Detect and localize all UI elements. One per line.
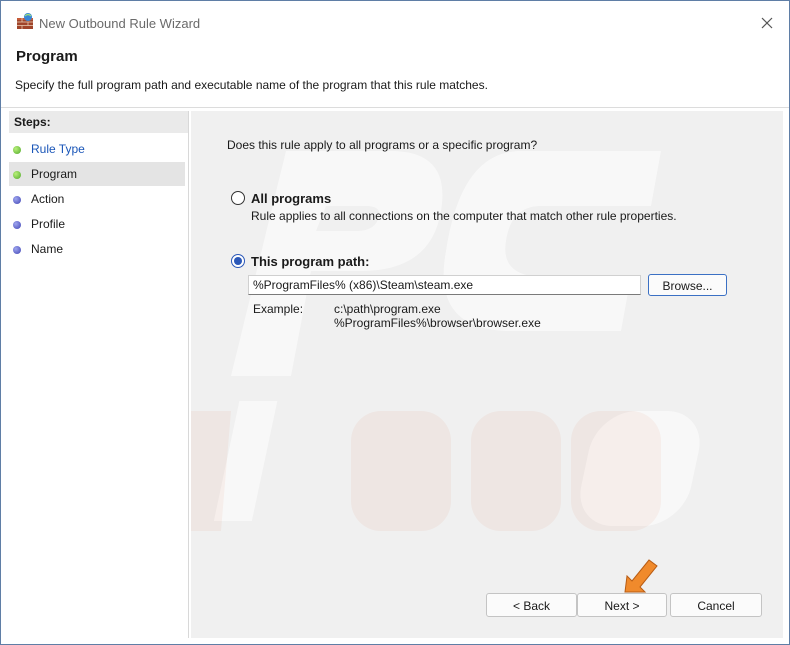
title-bar[interactable]: New Outbound Rule Wizard xyxy=(1,1,789,39)
step-label: Action xyxy=(31,192,65,206)
example-path-1: c:\path\program.exe xyxy=(334,302,441,316)
browse-button[interactable]: Browse... xyxy=(648,274,727,296)
wizard-window: New Outbound Rule Wizard Program Specify… xyxy=(0,0,790,645)
close-icon xyxy=(761,17,773,29)
example-path-2: %ProgramFiles%\browser\browser.exe xyxy=(334,316,541,330)
all-programs-label[interactable]: All programs xyxy=(251,191,331,206)
all-programs-description: Rule applies to all connections on the c… xyxy=(251,209,677,223)
example-label: Example: xyxy=(253,302,304,316)
program-path-label[interactable]: This program path: xyxy=(251,254,369,269)
page-description: Specify the full program path and execut… xyxy=(15,78,488,92)
step-action: Action xyxy=(9,187,185,211)
steps-heading-label: Steps: xyxy=(14,115,51,129)
firewall-wall-icon xyxy=(16,12,34,30)
step-rule-type[interactable]: Rule Type xyxy=(9,137,185,161)
blue-bullet-icon xyxy=(13,221,21,229)
content-panel: Does this rule apply to all programs or … xyxy=(191,111,783,638)
steps-heading: Steps: xyxy=(9,111,188,133)
step-program[interactable]: Program xyxy=(9,162,185,186)
question-text: Does this rule apply to all programs or … xyxy=(227,138,538,152)
page-title: Program xyxy=(16,48,78,65)
program-path-input[interactable] xyxy=(248,275,641,295)
step-label: Profile xyxy=(31,217,66,231)
step-label: Rule Type xyxy=(31,142,85,156)
window-title: New Outbound Rule Wizard xyxy=(39,16,201,31)
page-header: Program Specify the full program path an… xyxy=(1,39,789,108)
program-path-radio[interactable] xyxy=(231,254,245,268)
blue-bullet-icon xyxy=(13,246,21,254)
green-bullet-icon xyxy=(13,146,21,154)
all-programs-radio[interactable] xyxy=(231,191,245,205)
cancel-button[interactable]: Cancel xyxy=(670,593,762,617)
back-button[interactable]: < Back xyxy=(486,593,577,617)
step-profile: Profile xyxy=(9,212,185,236)
steps-panel: Steps: Rule Type Program Action Profile … xyxy=(9,111,189,638)
close-button[interactable] xyxy=(747,7,787,37)
step-name: Name xyxy=(9,237,185,261)
step-label: Name xyxy=(31,242,64,256)
arrow-pointer-icon xyxy=(624,559,658,593)
blue-bullet-icon xyxy=(13,196,21,204)
green-bullet-icon xyxy=(13,171,21,179)
step-label: Program xyxy=(31,167,78,181)
